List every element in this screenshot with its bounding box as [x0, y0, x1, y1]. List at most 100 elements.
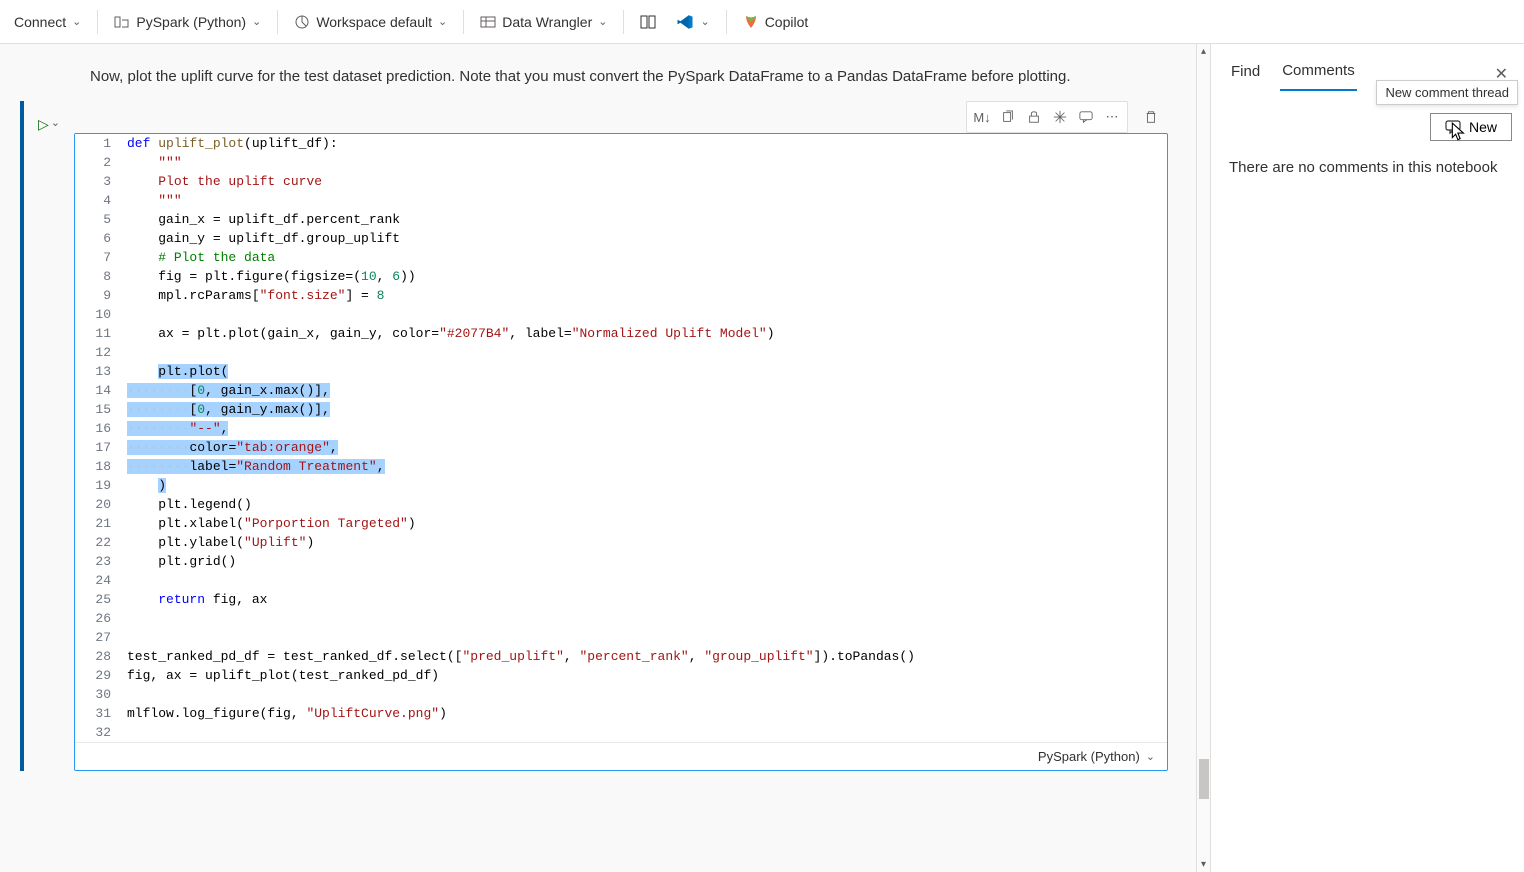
code-line[interactable]: ········[0, gain_x.max()], — [127, 381, 1167, 400]
chevron-down-icon: ⌄ — [700, 15, 709, 28]
code-line[interactable]: ········label="Random Treatment", — [127, 457, 1167, 476]
markdown-toggle-button[interactable]: M↓ — [969, 104, 995, 130]
line-number: 15 — [75, 400, 127, 419]
code-line[interactable]: fig, ax = uplift_plot(test_ranked_pd_df) — [127, 666, 1167, 685]
code-line[interactable]: ········"--", — [127, 419, 1167, 438]
code-line[interactable] — [127, 685, 1167, 704]
line-number: 1 — [75, 134, 127, 153]
copy-cell-button[interactable] — [995, 104, 1021, 130]
freeze-cell-button[interactable] — [1047, 104, 1073, 130]
separator — [623, 10, 624, 34]
copilot-btn[interactable]: Copilot — [733, 8, 819, 36]
code-line[interactable]: mlflow.log_figure(fig, "UpliftCurve.png"… — [127, 704, 1167, 723]
code-line[interactable] — [127, 571, 1167, 590]
new-comment-button[interactable]: New — [1430, 113, 1512, 141]
layout-icon-btn[interactable] — [630, 8, 666, 36]
line-number: 21 — [75, 514, 127, 533]
scroll-up-arrow[interactable]: ▴ — [1197, 46, 1210, 57]
code-line[interactable]: """ — [127, 153, 1167, 172]
line-number: 12 — [75, 343, 127, 362]
kernel-label: PySpark (Python) — [136, 14, 246, 30]
code-line[interactable]: ········[0, gain_y.max()], — [127, 400, 1167, 419]
chevron-down-icon[interactable]: ⌄ — [1146, 750, 1155, 763]
line-number: 24 — [75, 571, 127, 590]
code-line[interactable]: return fig, ax — [127, 590, 1167, 609]
line-number: 22 — [75, 533, 127, 552]
comments-empty-state: There are no comments in this notebook — [1211, 153, 1524, 182]
code-line[interactable]: fig = plt.figure(figsize=(10, 6)) — [127, 267, 1167, 286]
line-number: 19 — [75, 476, 127, 495]
cell-kernel-label[interactable]: PySpark (Python) — [1038, 749, 1140, 764]
line-number: 5 — [75, 210, 127, 229]
chevron-down-icon: ⌄ — [252, 15, 261, 28]
code-line[interactable]: def uplift_plot(uplift_df): — [127, 134, 1167, 153]
chevron-down-icon: ⌄ — [438, 15, 447, 28]
line-number: 23 — [75, 552, 127, 571]
run-cell-button[interactable]: ▷ — [38, 116, 49, 133]
code-line[interactable] — [127, 628, 1167, 647]
line-number: 7 — [75, 248, 127, 267]
scrollbar[interactable]: ▴ ▾ — [1196, 44, 1210, 872]
line-number: 9 — [75, 286, 127, 305]
line-number: 31 — [75, 704, 127, 723]
line-number: 3 — [75, 172, 127, 191]
code-line[interactable]: ) — [127, 476, 1167, 495]
line-number: 20 — [75, 495, 127, 514]
scrollbar-thumb[interactable] — [1199, 759, 1209, 799]
code-line[interactable]: plt.ylabel("Uplift") — [127, 533, 1167, 552]
code-line[interactable]: """ — [127, 191, 1167, 210]
new-comment-label: New — [1469, 119, 1497, 135]
data-wrangler-label: Data Wrangler — [502, 14, 592, 30]
tooltip: New comment thread — [1376, 80, 1518, 105]
code-line[interactable]: gain_x = uplift_df.percent_rank — [127, 210, 1167, 229]
line-number: 10 — [75, 305, 127, 324]
kernel-dropdown[interactable]: PySpark (Python) ⌄ — [104, 8, 271, 36]
code-line[interactable] — [127, 305, 1167, 324]
code-line[interactable]: plt.legend() — [127, 495, 1167, 514]
line-number: 29 — [75, 666, 127, 685]
comments-panel: Find Comments ✕ New comment thread New T… — [1210, 44, 1524, 872]
connect-dropdown[interactable]: Connect ⌄ — [4, 8, 91, 36]
code-line[interactable]: Plot the uplift curve — [127, 172, 1167, 191]
code-line[interactable]: ········color="tab:orange", — [127, 438, 1167, 457]
line-number: 18 — [75, 457, 127, 476]
code-line[interactable] — [127, 723, 1167, 742]
workspace-dropdown[interactable]: Workspace default ⌄ — [284, 8, 457, 36]
code-editor[interactable]: 1def uplift_plot(uplift_df):2 """3 Plot … — [74, 133, 1168, 771]
workspace-icon — [294, 14, 310, 30]
notebook-scroll[interactable]: Now, plot the uplift curve for the test … — [0, 44, 1196, 872]
line-number: 11 — [75, 324, 127, 343]
code-line[interactable]: test_ranked_pd_df = test_ranked_df.selec… — [127, 647, 1167, 666]
code-line[interactable]: # Plot the data — [127, 248, 1167, 267]
code-line[interactable] — [127, 343, 1167, 362]
data-wrangler-icon — [480, 14, 496, 30]
lock-cell-button[interactable] — [1021, 104, 1047, 130]
tab-find[interactable]: Find — [1229, 57, 1262, 90]
code-line[interactable]: plt.xlabel("Porportion Targeted") — [127, 514, 1167, 533]
tab-comments[interactable]: Comments — [1280, 56, 1357, 91]
pyspark-icon — [114, 14, 130, 30]
line-number: 16 — [75, 419, 127, 438]
line-number: 30 — [75, 685, 127, 704]
vscode-icon-btn[interactable]: ⌄ — [666, 7, 719, 37]
line-number: 6 — [75, 229, 127, 248]
delete-cell-button[interactable] — [1138, 104, 1164, 130]
code-line[interactable]: plt.plot( — [127, 362, 1167, 381]
code-line[interactable]: plt.grid() — [127, 552, 1167, 571]
workspace-label: Workspace default — [316, 14, 432, 30]
line-number: 13 — [75, 362, 127, 381]
code-line[interactable]: mpl.rcParams["font.size"] = 8 — [127, 286, 1167, 305]
scroll-down-arrow[interactable]: ▾ — [1197, 859, 1210, 870]
comment-cell-button[interactable] — [1073, 104, 1099, 130]
code-line[interactable]: ax = plt.plot(gain_x, gain_y, color="#20… — [127, 324, 1167, 343]
code-line[interactable] — [127, 609, 1167, 628]
chevron-down-icon: ⌄ — [72, 15, 81, 28]
more-cell-button[interactable]: ⋯ — [1099, 104, 1125, 130]
connect-label: Connect — [14, 14, 66, 30]
code-line[interactable]: gain_y = uplift_df.group_uplift — [127, 229, 1167, 248]
data-wrangler-dropdown[interactable]: Data Wrangler ⌄ — [470, 8, 617, 36]
cell-footer: PySpark (Python) ⌄ — [75, 742, 1167, 770]
run-chevron-down-icon[interactable]: ⌄ — [51, 116, 60, 129]
line-number: 2 — [75, 153, 127, 172]
separator — [277, 10, 278, 34]
